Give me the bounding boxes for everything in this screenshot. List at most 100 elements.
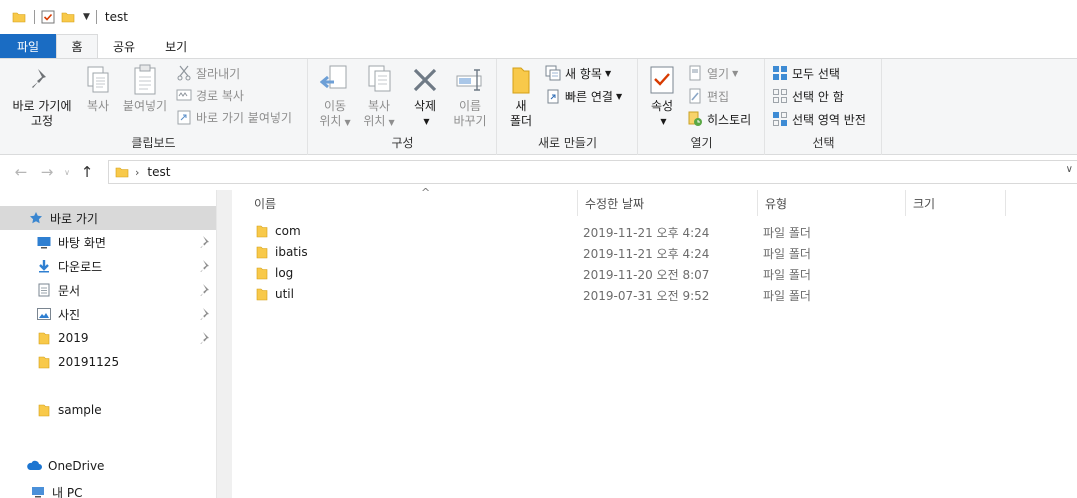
open-label: 열기 [707,66,730,81]
nav-item-label: 문서 [58,283,81,298]
column-header-size[interactable]: 크기 [906,190,1006,216]
scissors-icon [177,65,191,81]
nav-item-label: 2019 [58,331,89,345]
pin-icon[interactable] [200,307,212,321]
nav-item-label: OneDrive [48,459,105,473]
nav-item-2019[interactable]: 2019 [0,326,216,350]
delete-button[interactable]: 삭제 ▼ [407,63,443,129]
delete-dropdown-icon[interactable]: ▼ [423,114,429,129]
edit-button[interactable]: 편집 [687,86,729,106]
nav-item-downloads[interactable]: 다운로드 [0,254,216,278]
open-icon [689,65,701,81]
breadcrumb-chevron-icon[interactable]: › [135,166,139,179]
tab-home[interactable]: 홈 [56,34,98,58]
pin-icon[interactable] [200,235,212,249]
pin-icon[interactable] [200,283,212,297]
up-arrow-icon[interactable]: ↑ [74,159,100,185]
delete-x-icon [413,68,437,92]
tab-view[interactable]: 보기 [150,34,202,58]
window-title: test [104,10,128,24]
folder-icon [38,356,50,369]
organize-group: 이동 위치 ▼ 복사 위치 ▼ 삭제 ▼ 이름 바꾸기 구성 [309,59,497,155]
cloud-icon [27,460,42,470]
table-row[interactable]: com 2019-11-21 오후 4:24 파일 폴더 [233,221,1077,242]
easy-access-button[interactable]: 빠른 연결 ▼ [545,86,622,106]
forward-arrow-icon[interactable]: → [34,159,60,185]
invert-selection-button[interactable]: 선택 영역 반전 [772,109,866,129]
cut-button[interactable]: 잘라내기 [176,63,240,83]
file-modified: 2019-07-31 오전 9:52 [583,289,710,303]
table-row[interactable]: ibatis 2019-11-21 오후 4:24 파일 폴더 [233,242,1077,263]
select-all-label: 모두 선택 [792,66,840,81]
edit-label: 편집 [707,89,730,104]
new-folder-icon[interactable] [61,10,75,24]
copy-path-label: 경로 복사 [196,88,244,103]
file-list: ^ 이름 수정한 날짜 유형 크기 com 2019-11-21 오후 4:24… [233,186,1077,498]
paste-button[interactable]: 붙여넣기 [119,63,171,114]
pin-to-quick-access-button[interactable]: 바로 가기에 고정 [8,63,76,129]
back-arrow-icon[interactable]: ← [8,159,34,185]
nav-quick-access[interactable]: 바로 가기 [0,206,216,230]
navigation-pane-scrollbar[interactable] [216,190,232,498]
new-item-button[interactable]: 새 항목 ▼ [545,63,611,83]
column-header-modified[interactable]: 수정한 날짜 [578,190,758,216]
move-to-label-line1: 이동 [323,99,347,113]
file-name: ibatis [275,245,308,259]
move-to-icon [320,65,347,89]
copy-path-button[interactable]: 경로 복사 [176,85,244,105]
properties-button[interactable]: 속성 ▼ [645,63,679,129]
nav-item-pictures[interactable]: 사진 [0,302,216,326]
nav-item-desktop[interactable]: 바탕 화면 [0,230,216,254]
select-none-label: 선택 안 함 [792,89,844,104]
tab-file[interactable]: 파일 [0,34,56,58]
folder-icon [12,12,26,23]
folder-icon [115,167,129,178]
address-bar[interactable]: › test ∨ [108,160,1077,184]
open-group-label: 열기 [690,136,713,150]
properties-check-icon[interactable] [41,10,55,24]
file-type: 파일 폴더 [763,247,811,261]
open-button[interactable]: 열기 ▼ [687,63,738,83]
properties-check-icon [650,66,674,94]
edit-icon [689,88,701,104]
history-button[interactable]: 히스토리 [687,109,751,129]
select-none-button[interactable]: 선택 안 함 [772,86,844,106]
nav-item-label: sample [58,403,102,417]
rename-button[interactable]: 이름 바꾸기 [447,63,493,129]
pin-icon[interactable] [200,331,212,345]
nav-item-onedrive[interactable]: OneDrive [0,454,216,478]
rename-label-line2: 바꾸기 [453,114,487,128]
paste-shortcut-icon [177,110,191,125]
paste-shortcut-button[interactable]: 바로 가기 붙여넣기 [176,107,292,127]
select-all-button[interactable]: 모두 선택 [772,63,840,83]
new-folder-button[interactable]: 새 폴더 [502,63,540,129]
folder-icon [256,288,268,301]
nav-item-documents[interactable]: 문서 [0,278,216,302]
new-folder-label-line2: 폴더 [509,114,533,128]
nav-item-20191125[interactable]: 20191125 [0,350,216,374]
new-item-icon [545,65,561,81]
new-item-label: 새 항목 [565,66,602,81]
move-to-button[interactable]: 이동 위치 ▼ [315,63,355,130]
column-header-name[interactable]: ^ 이름 [247,186,578,216]
tab-share[interactable]: 공유 [98,34,150,58]
folder-icon [38,332,50,345]
copy-to-button[interactable]: 복사 위치 ▼ [359,63,399,130]
file-modified: 2019-11-21 오후 4:24 [583,226,710,240]
customize-dropdown-icon[interactable]: ▼ [83,12,90,22]
pin-icon[interactable] [200,259,212,273]
pin-icon [32,69,46,88]
open-dropdown-icon: ▼ [732,68,739,78]
address-dropdown-icon[interactable]: ∨ [1066,164,1073,175]
new-folder-icon [512,67,530,94]
table-row[interactable]: log 2019-11-20 오전 8:07 파일 폴더 [233,263,1077,284]
nav-item-sample[interactable]: sample [0,398,216,422]
recent-locations-chevron-icon[interactable]: ∨ [60,159,74,185]
breadcrumb-test[interactable]: test [147,165,170,179]
nav-item-this-pc[interactable]: 내 PC [0,482,216,498]
column-header-type[interactable]: 유형 [758,190,906,216]
properties-dropdown-icon[interactable]: ▼ [660,114,666,129]
rename-icon [456,69,482,91]
copy-button[interactable]: 복사 [80,63,116,114]
table-row[interactable]: util 2019-07-31 오전 9:52 파일 폴더 [233,284,1077,305]
